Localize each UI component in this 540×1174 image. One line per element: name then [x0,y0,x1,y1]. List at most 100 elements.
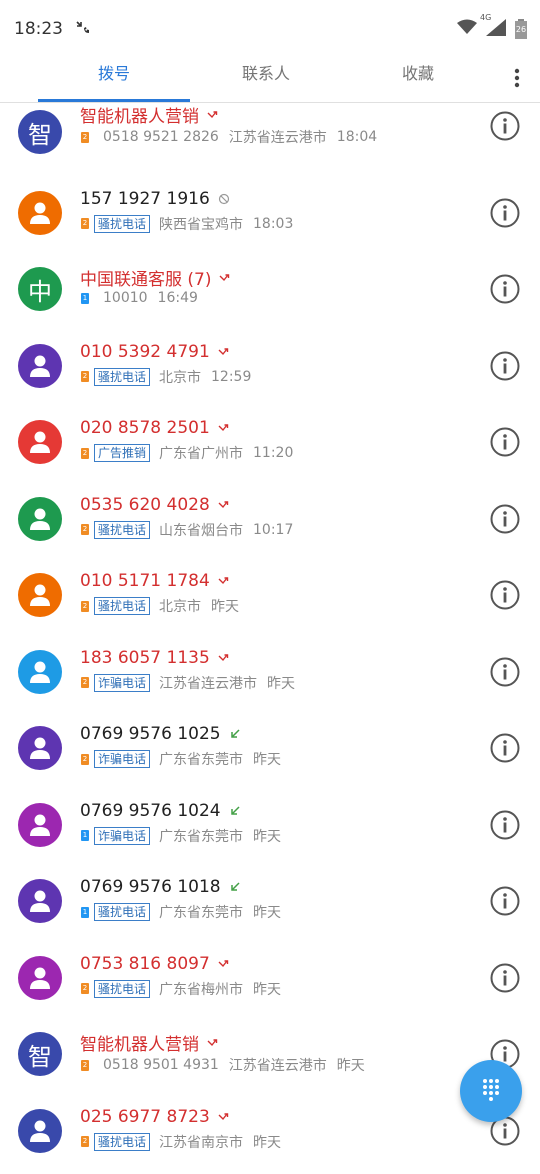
call-log-row[interactable]: 183 6057 11352诈骗电话江苏省连云港市昨天 [0,639,540,716]
sim-card-icon: 2 [81,677,89,688]
person-icon [27,200,53,226]
contact-avatar[interactable] [18,344,62,388]
person-icon [27,429,53,455]
spam-tag-badge: 诈骗电话 [94,750,150,768]
contact-avatar[interactable] [18,191,62,235]
person-icon [27,888,53,914]
call-log-row[interactable]: 157 1927 19162骚扰电话陕西省宝鸡市18:03 [0,180,540,257]
call-log-row[interactable]: 0769 9576 1025 2诈骗电话广东省东莞市昨天 [0,715,540,792]
call-location: 陕西省宝鸡市 [159,214,243,234]
call-time: 昨天 [211,596,239,616]
missed-call-icon [218,423,230,433]
dialpad-icon [479,1077,503,1105]
more-options-icon[interactable] [512,66,522,90]
caller-name: 0769 9576 1018 [80,877,221,897]
call-log-row[interactable]: 020 8578 25012广告推销广东省广州市11:20 [0,409,540,486]
contact-avatar[interactable] [18,803,62,847]
missed-call-icon [218,576,230,586]
call-forward-icon [75,19,91,40]
spam-tag-badge: 骚扰电话 [94,368,150,386]
call-log-list: 智智能机器人营销20518 9521 2826江苏省连云港市18:04157 1… [0,103,540,1174]
info-icon[interactable] [490,963,520,993]
contact-avatar[interactable] [18,1109,62,1153]
info-icon[interactable] [490,111,520,141]
call-details: 2骚扰电话广东省梅州市昨天 [81,979,281,999]
caller-name: 0769 9576 1024 [80,801,221,821]
call-name: 0769 9576 1024 [80,801,241,821]
info-icon[interactable] [490,198,520,228]
sim-card-icon: 2 [81,371,89,382]
contact-avatar[interactable]: 中 [18,267,62,311]
status-bar: 18:23 4G 26 [0,0,540,58]
call-log-row[interactable]: 010 5392 4791 2 骚扰电话北京市 12:59 [0,333,540,410]
sim-card-icon: 2 [81,1136,89,1147]
sim-card-icon: 2 [81,448,89,459]
missed-call-icon [219,273,231,283]
call-log-row[interactable]: 010 5171 17842骚扰电话北京市昨天 [0,562,540,639]
info-icon[interactable] [490,810,520,840]
info-icon[interactable] [490,274,520,304]
spam-tag-badge: 诈骗电话 [94,827,150,845]
tab-contacts[interactable]: 联系人 [190,58,342,102]
tab-favorites[interactable]: 收藏 [342,58,494,102]
call-log-row[interactable]: 0753 816 80972骚扰电话广东省梅州市昨天 [0,945,540,1022]
contact-avatar[interactable]: 智 [18,110,62,154]
sim-card-icon: 2 [81,132,89,143]
call-details: 1诈骗电话广东省东莞市昨天 [81,826,281,846]
call-name: 0769 9576 1025 [80,724,241,744]
call-log-row[interactable]: 025 6977 87232骚扰电话江苏省南京市昨天 [0,1098,540,1174]
call-log-row[interactable]: 0535 620 40282骚扰电话山东省烟台市10:17 [0,486,540,563]
call-number: 10010 [103,290,148,306]
contact-avatar[interactable]: 智 [18,1032,62,1076]
call-time: 昨天 [253,902,281,922]
call-name: 0535 620 4028 [80,495,230,515]
info-icon[interactable] [490,427,520,457]
tab-bar: 拨号 联系人 收藏 [0,58,540,103]
info-icon[interactable] [490,351,520,381]
info-icon[interactable] [490,580,520,610]
contact-avatar[interactable] [18,726,62,770]
call-details: 2诈骗电话广东省东莞市昨天 [81,749,281,769]
call-location: 广东省东莞市 [159,902,243,922]
call-location: 广东省东莞市 [159,826,243,846]
contact-avatar[interactable] [18,420,62,464]
dialpad-button[interactable] [460,1060,522,1122]
avatar-letter: 中 [28,272,52,307]
info-icon[interactable] [490,504,520,534]
missed-call-icon [218,500,230,510]
caller-name: 智能机器人营销 [80,1030,199,1055]
contact-avatar[interactable] [18,879,62,923]
call-time: 12:59 [211,369,251,385]
contact-avatar[interactable] [18,497,62,541]
tab-dialer[interactable]: 拨号 [38,58,190,102]
call-location: 广东省东莞市 [159,749,243,769]
call-name: 010 5392 4791 [80,342,230,362]
call-log-row[interactable]: 智智能机器人营销20518 9501 4931江苏省连云港市昨天 [0,1021,540,1098]
info-icon[interactable] [490,886,520,916]
call-log-row[interactable]: 中中国联通客服 (7)11001016:49 [0,256,540,333]
call-log-row[interactable]: 0769 9576 10181骚扰电话广东省东莞市昨天 [0,868,540,945]
call-details: 2诈骗电话江苏省连云港市昨天 [81,673,295,693]
call-location: 广东省广州市 [159,443,243,463]
call-time: 昨天 [253,826,281,846]
call-log-row[interactable]: 0769 9576 1024 1诈骗电话广东省东莞市昨天 [0,792,540,869]
spam-tag-badge: 广告推销 [94,444,150,462]
avatar-letter: 智 [28,115,52,150]
info-icon[interactable] [490,733,520,763]
call-location: 江苏省连云港市 [229,1055,327,1075]
caller-name: 020 8578 2501 [80,418,210,438]
call-time: 18:03 [253,216,293,232]
info-icon[interactable] [490,657,520,687]
call-details: 11001016:49 [81,290,198,306]
spam-tag-badge: 骚扰电话 [94,903,150,921]
person-icon [27,735,53,761]
call-name: 025 6977 8723 [80,1107,230,1127]
person-icon [27,582,53,608]
spam-tag-badge: 骚扰电话 [94,597,150,615]
call-time: 昨天 [253,749,281,769]
call-log-row[interactable]: 智智能机器人营销20518 9521 2826江苏省连云港市18:04 [0,103,540,180]
contact-avatar[interactable] [18,650,62,694]
contact-avatar[interactable] [18,956,62,1000]
call-location: 北京市 [159,367,201,387]
contact-avatar[interactable] [18,573,62,617]
